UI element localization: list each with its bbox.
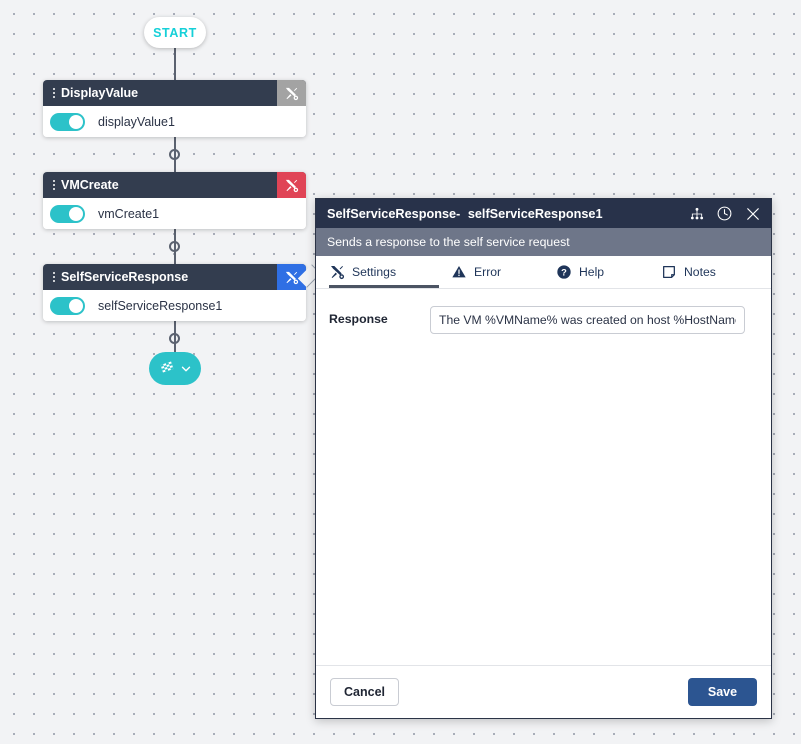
panel-subtitle: Sends a response to the self service req… (316, 228, 771, 256)
node-tools-button[interactable] (277, 80, 306, 106)
save-button[interactable]: Save (688, 678, 757, 706)
connector-start-to-node1 (174, 47, 176, 80)
connector-node1-to-node2 (174, 137, 176, 172)
panel-title-instance: selfServiceResponse1 (467, 206, 603, 221)
tools-icon (285, 87, 299, 100)
tools-icon (285, 271, 299, 284)
panel-footer: Cancel Save (316, 665, 771, 718)
node-card-vmcreate[interactable]: VMCreate vmCreate1 (43, 172, 306, 229)
node-card-displayvalue[interactable]: DisplayValue displayValue1 (43, 80, 306, 137)
node-detail-panel: SelfServiceResponse- selfServiceResponse… (315, 198, 772, 719)
node-instance-label: selfServiceResponse1 (98, 298, 223, 313)
cancel-button[interactable]: Cancel (330, 678, 399, 706)
node-enable-toggle[interactable] (50, 112, 85, 131)
node-body: selfServiceResponse1 (43, 290, 306, 321)
response-input[interactable] (430, 306, 745, 334)
tab-error[interactable]: Error (451, 256, 556, 288)
checkered-flag-icon (160, 361, 174, 373)
panel-header: SelfServiceResponse- selfServiceResponse… (316, 199, 771, 228)
tools-icon (285, 179, 299, 192)
response-field-label: Response (329, 312, 388, 326)
node-tools-button[interactable] (277, 172, 306, 198)
drag-handle-icon[interactable] (43, 172, 61, 198)
field-row-response: Response (316, 306, 771, 334)
node-title: DisplayValue (61, 86, 139, 100)
node-instance-label: displayValue1 (98, 114, 175, 129)
clock-icon[interactable] (716, 205, 733, 222)
svg-text:?: ? (561, 267, 567, 277)
node-title: VMCreate (61, 178, 119, 192)
close-icon[interactable] (744, 205, 762, 223)
tab-settings[interactable]: Settings (316, 256, 451, 288)
node-header[interactable]: SelfServiceResponse (43, 264, 306, 290)
tab-settings-label: Settings (352, 265, 397, 279)
node-enable-toggle[interactable] (50, 204, 85, 223)
connector-node3-to-end (174, 321, 176, 354)
tools-icon (331, 266, 345, 280)
workflow-designer: START DisplayValue displayValue1 VMCreat… (0, 0, 801, 744)
drag-handle-icon[interactable] (43, 80, 61, 106)
node-card-selfserviceresponse[interactable]: SelfServiceResponse selfServiceResponse1 (43, 264, 306, 321)
note-icon (663, 266, 675, 278)
connector-node2-to-node3 (174, 229, 176, 264)
panel-tabs: Settings Error ? Help Notes (316, 256, 771, 289)
end-node[interactable] (149, 352, 201, 385)
node-header[interactable]: VMCreate (43, 172, 306, 198)
node-title: SelfServiceResponse (61, 270, 189, 284)
panel-body: Response (316, 289, 771, 665)
panel-title-type: SelfServiceResponse- (327, 206, 461, 221)
warning-triangle-icon (452, 266, 466, 278)
chevron-down-icon[interactable] (179, 362, 193, 376)
node-body: displayValue1 (43, 106, 306, 137)
question-circle-icon: ? (557, 265, 571, 279)
panel-header-icons (689, 205, 762, 223)
drag-handle-icon[interactable] (43, 264, 61, 290)
tab-notes[interactable]: Notes (661, 256, 716, 288)
tab-help-label: Help (579, 265, 605, 279)
start-node[interactable]: START (144, 17, 206, 48)
node-body: vmCreate1 (43, 198, 306, 229)
node-instance-label: vmCreate1 (98, 206, 160, 221)
tab-error-label: Error (474, 265, 502, 279)
start-node-label: START (153, 25, 197, 40)
hierarchy-icon[interactable] (689, 206, 705, 222)
node-header[interactable]: DisplayValue (43, 80, 306, 106)
tab-notes-label: Notes (684, 265, 716, 279)
panel-title: SelfServiceResponse- selfServiceResponse… (327, 207, 603, 221)
node-enable-toggle[interactable] (50, 296, 85, 315)
tab-help[interactable]: ? Help (556, 256, 661, 288)
